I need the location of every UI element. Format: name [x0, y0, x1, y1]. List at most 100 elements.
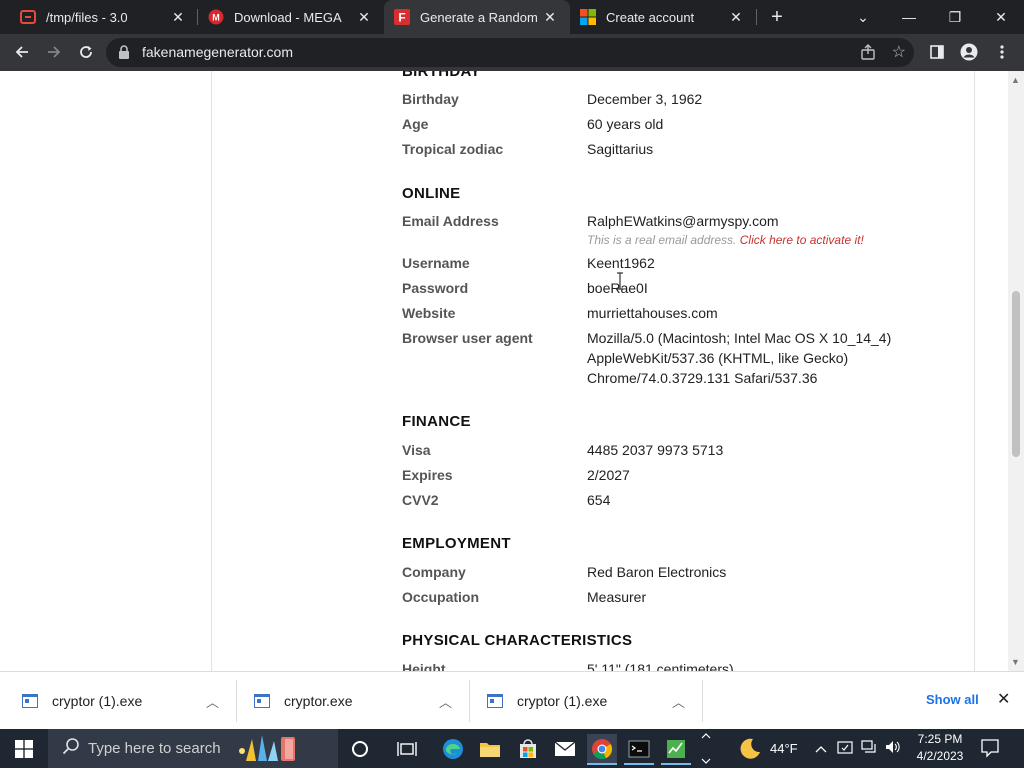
download-divider [702, 680, 703, 722]
volume-icon[interactable] [885, 740, 901, 757]
windows-taskbar: Type here to search 44°F 7:25 PM 4/2/202… [0, 729, 1024, 768]
reload-icon[interactable] [74, 40, 98, 64]
menu-kebab-icon[interactable] [990, 40, 1014, 64]
close-tab-icon[interactable]: ✕ [728, 9, 744, 25]
field-value: 654 [587, 492, 611, 508]
microsoft-icon [580, 9, 596, 25]
show-hidden-icons-chevron-icon[interactable] [815, 741, 827, 756]
svg-text:M: M [212, 13, 220, 23]
username-value: Keent1962 [587, 255, 655, 271]
forward-icon[interactable] [42, 40, 66, 64]
tab-title: Download - MEGA [234, 9, 342, 25]
download-item[interactable]: cryptor (1).exe ︿ [487, 672, 697, 730]
mega-icon: M [208, 9, 224, 25]
tab-title: Create account [606, 9, 695, 25]
website-value: murriettahouses.com [587, 305, 718, 321]
tab-search-icon[interactable]: ⌄ [840, 0, 886, 34]
new-tab-button[interactable]: + [766, 6, 788, 28]
field-label: Expires [402, 467, 453, 483]
back-icon[interactable] [10, 40, 34, 64]
network-icon[interactable] [861, 740, 877, 757]
minimize-button[interactable]: — [886, 0, 932, 34]
moon-icon [740, 738, 760, 759]
weather-widget[interactable]: 44°F [738, 729, 798, 768]
search-placeholder: Type here to search [88, 740, 221, 757]
web-page: BIRTHDAY Birthday December 3, 1962 Age 6… [0, 71, 1008, 671]
field-label: Height [402, 661, 446, 671]
section-heading-employment: EMPLOYMENT [402, 535, 511, 552]
download-item[interactable]: cryptor (1).exe ︿ [22, 672, 232, 730]
notifications-icon[interactable] [980, 738, 1000, 763]
scroll-down-arrow-icon[interactable]: ▼ [1011, 657, 1020, 667]
terminal-icon[interactable] [624, 734, 654, 765]
chevron-up-icon[interactable]: ︿ [439, 692, 452, 711]
chrome-taskbar-icon[interactable] [587, 734, 617, 765]
email-note: This is a real email address. Click here… [587, 233, 864, 247]
task-view-icon[interactable] [392, 734, 422, 763]
share-icon[interactable] [860, 44, 876, 63]
tab-tmp-files[interactable]: /tmp/files - 3.0 ✕ [0, 0, 198, 34]
field-label: Age [402, 116, 429, 132]
cortana-icon[interactable] [345, 734, 375, 763]
email-note-text: This is a real email address. [587, 233, 737, 247]
taskbar-overflow[interactable] [697, 729, 715, 768]
show-all-downloads-link[interactable]: Show all [926, 692, 979, 707]
tab-fake-name-generator[interactable]: F Generate a Random Na ✕ [384, 0, 570, 34]
tab-create-account[interactable]: Create account ✕ [570, 0, 756, 34]
user-agent-line: Mozilla/5.0 (Macintosh; Intel Mac OS X 1… [587, 330, 892, 346]
chevron-up-icon[interactable]: ︿ [206, 692, 219, 711]
exe-file-icon [487, 694, 503, 708]
bitwarden-icon [20, 9, 36, 25]
close-tab-icon[interactable]: ✕ [356, 9, 372, 25]
scroll-up-arrow-icon[interactable]: ▲ [1011, 75, 1020, 85]
edge-icon[interactable] [438, 734, 468, 763]
text-cursor-icon [617, 272, 623, 290]
system-tray-icons[interactable] [815, 729, 901, 768]
address-bar[interactable]: fakenamegenerator.com ☆ [106, 38, 914, 67]
field-label: Tropical zodiac [402, 141, 504, 157]
taskbar-search-box[interactable]: Type here to search [48, 729, 338, 768]
browser-toolbar: fakenamegenerator.com ☆ [0, 34, 1024, 71]
close-tab-icon[interactable]: ✕ [170, 9, 186, 25]
microsoft-store-icon[interactable] [513, 734, 543, 763]
close-tab-icon[interactable]: ✕ [542, 9, 558, 25]
windows-start-icon[interactable] [0, 729, 48, 768]
bookmark-star-icon[interactable]: ☆ [892, 42, 906, 62]
search-icon [62, 737, 80, 760]
chevron-up-icon[interactable]: ︿ [672, 692, 685, 711]
url-text[interactable]: fakenamegenerator.com [142, 44, 293, 60]
field-value: Red Baron Electronics [587, 564, 727, 580]
field-value: 5' 11" (181 centimeters) [587, 661, 734, 671]
field-value: December 3, 1962 [587, 91, 703, 107]
security-icon[interactable] [837, 740, 853, 757]
download-shelf: cryptor (1).exe ︿ cryptor.exe ︿ cryptor … [0, 671, 1024, 730]
tab-title: /tmp/files - 3.0 [46, 9, 128, 25]
clock-time: 7:25 PM [917, 732, 963, 746]
close-window-button[interactable]: ✕ [978, 0, 1024, 34]
tab-mega[interactable]: M Download - MEGA ✕ [198, 0, 384, 34]
field-label: Email Address [402, 213, 499, 229]
clock-date: 4/2/2023 [916, 749, 964, 763]
close-download-shelf-icon[interactable]: ✕ [997, 689, 1010, 709]
taskbar-clock[interactable]: 7:25 PM 4/2/2023 [916, 731, 964, 765]
field-label: Password [402, 280, 469, 296]
download-filename: cryptor (1).exe [517, 693, 608, 709]
mail-icon[interactable] [550, 734, 580, 763]
weather-temperature: 44°F [770, 741, 798, 756]
file-explorer-icon[interactable] [475, 734, 505, 763]
lock-icon[interactable] [118, 45, 132, 59]
exe-file-icon [22, 694, 38, 708]
task-manager-icon[interactable] [661, 734, 691, 765]
scrollbar-thumb[interactable] [1012, 291, 1020, 457]
tab-title: Generate a Random Na [420, 9, 542, 25]
restore-button[interactable]: ❐ [932, 0, 978, 34]
activate-email-link[interactable]: Click here to activate it! [740, 233, 864, 247]
field-label: Birthday [402, 91, 459, 107]
download-item[interactable]: cryptor.exe ︿ [254, 672, 464, 730]
profile-icon[interactable] [957, 40, 981, 64]
user-agent-line: AppleWebKit/537.36 (KHTML, like Gecko) [587, 350, 849, 366]
side-panel-icon[interactable] [925, 40, 949, 64]
section-heading-online: ONLINE [402, 185, 461, 202]
download-filename: cryptor.exe [284, 693, 353, 709]
page-scrollbar[interactable]: ▲ ▼ [1008, 71, 1024, 671]
